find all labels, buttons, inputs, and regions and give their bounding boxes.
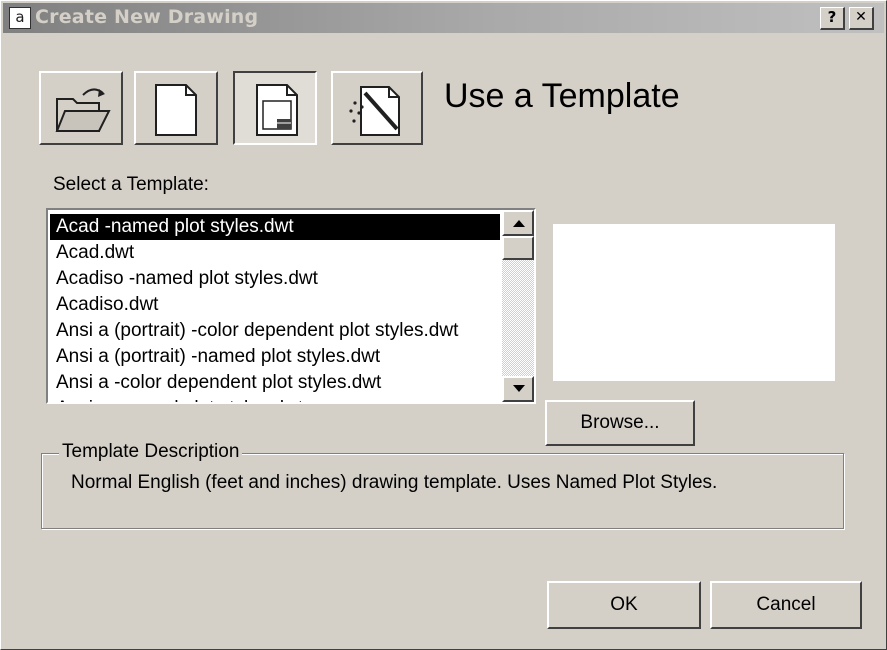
template-page-icon [256,84,298,136]
use-a-template-button[interactable] [233,71,317,145]
scroll-down-button[interactable] [502,376,534,402]
scroll-thumb[interactable] [502,236,534,260]
close-button[interactable]: ✕ [849,7,874,30]
template-description-text: Normal English (feet and inches) drawing… [71,472,718,493]
template-list-item[interactable]: Acad -named plot styles.dwt [50,214,500,240]
help-button[interactable]: ? [820,7,845,30]
cancel-button[interactable]: Cancel [710,581,862,629]
arrow-down-icon [513,385,525,392]
select-template-label: Select a Template: [53,174,209,195]
template-preview [553,224,835,381]
title-bar[interactable]: a Create New Drawing ? ✕ [3,3,884,33]
scroll-up-button[interactable] [502,210,534,236]
template-list-item[interactable]: Ansi a (portrait) -color dependent plot … [50,318,500,344]
page-heading: Use a Template [444,77,680,115]
ok-button[interactable]: OK [547,581,701,629]
start-from-scratch-button[interactable] [134,71,218,145]
window-title: Create New Drawing [35,6,259,28]
template-description-legend: Template Description [59,441,243,463]
arrow-up-icon [513,220,525,227]
autocad-app-icon: a [9,7,31,29]
open-folder-icon [55,88,111,132]
browse-button[interactable]: Browse... [545,400,695,446]
template-list-item[interactable]: Ansi a (portrait) -named plot styles.dwt [50,344,500,370]
blank-page-icon [155,84,197,136]
template-list-item[interactable]: Acadiso -named plot styles.dwt [50,266,500,292]
wizard-wand-icon [349,86,400,136]
template-listbox[interactable]: Acad -named plot styles.dwt Acad.dwt Acadi… [46,208,536,404]
template-list-item[interactable]: Ansi a -color dependent plot styles.dwt [50,370,500,396]
template-list-item[interactable]: Acadiso.dwt [50,292,500,318]
template-list-item[interactable]: Acad.dwt [50,240,500,266]
use-a-wizard-button[interactable] [331,71,423,145]
open-drawing-button[interactable] [39,71,123,145]
vertical-scrollbar[interactable] [502,210,534,402]
create-new-drawing-dialog: a Create New Drawing ? ✕ Use a Template … [0,0,887,650]
template-list: Acad -named plot styles.dwt Acad.dwt Acadi… [50,214,500,402]
template-list-item[interactable]: Ansi a -named plot styles.dwt [50,396,500,402]
